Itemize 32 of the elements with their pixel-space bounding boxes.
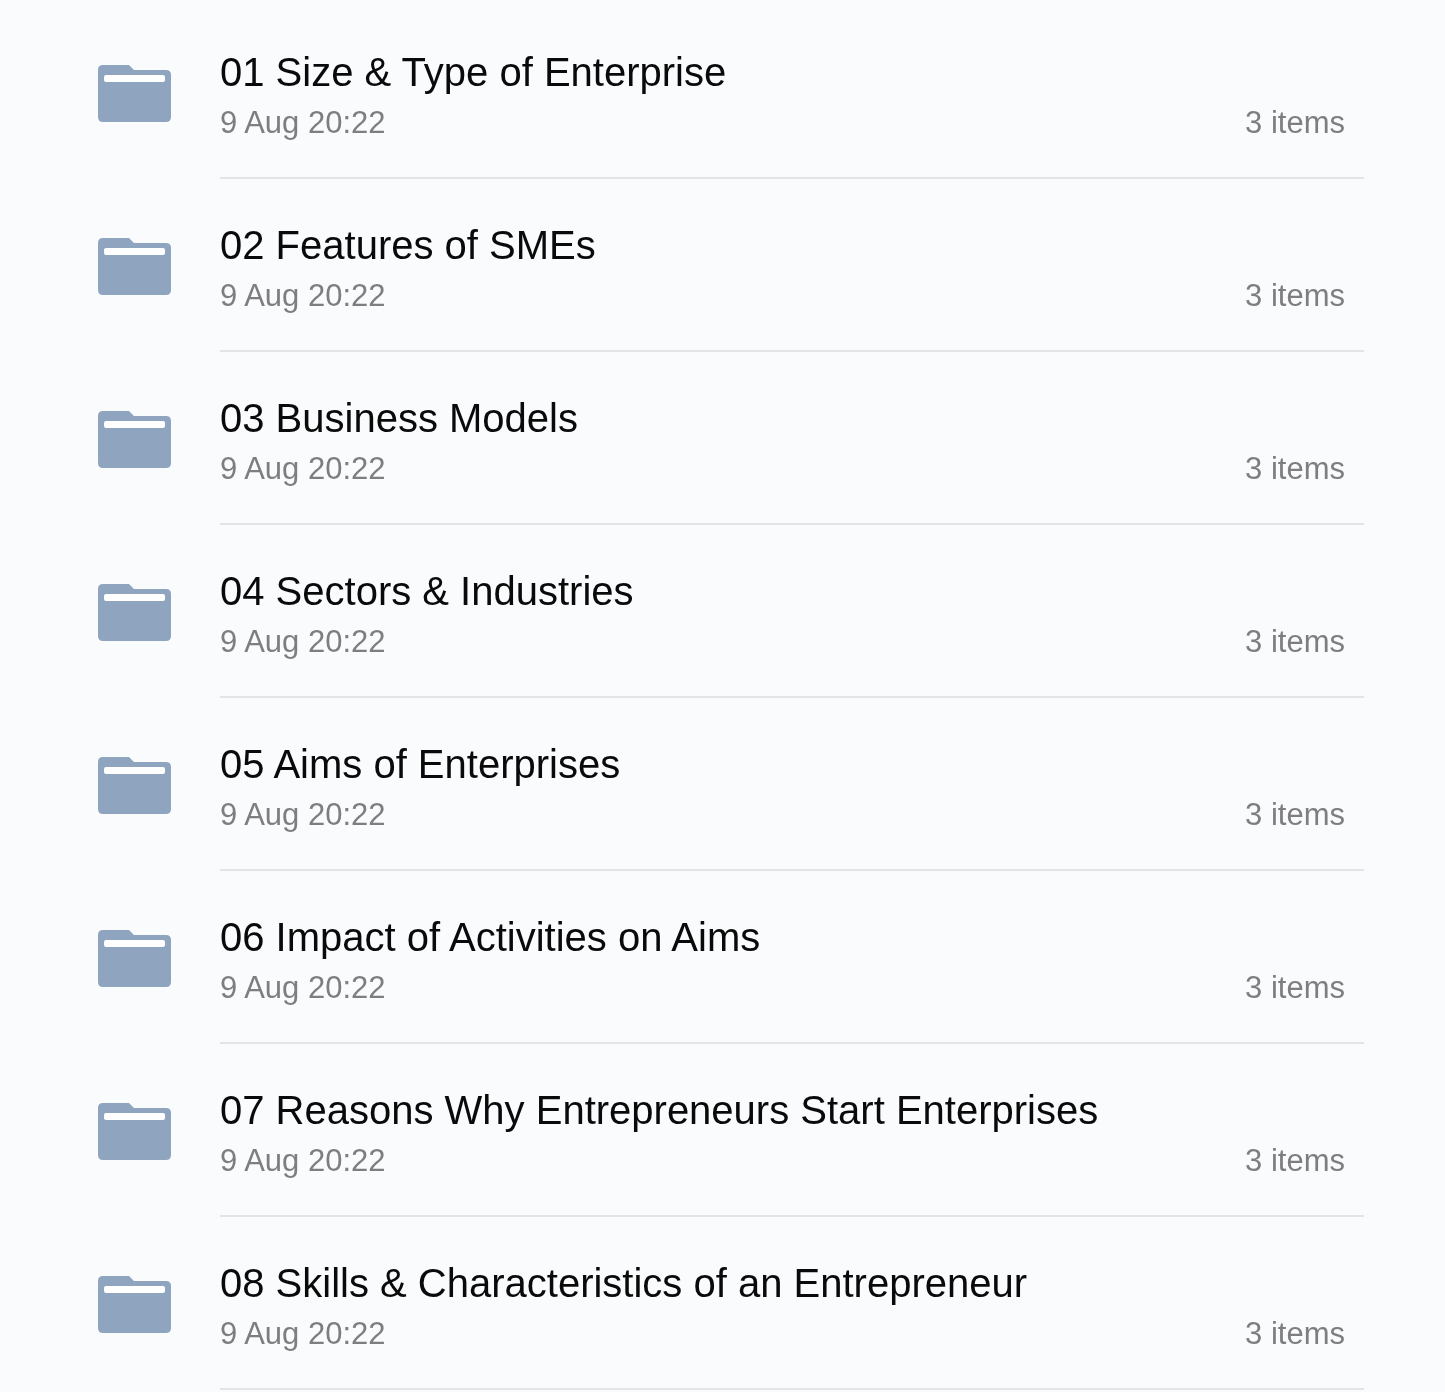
item-count: 3 items bbox=[1245, 623, 1345, 661]
modified-date: 9 Aug 20:22 bbox=[220, 969, 386, 1007]
folder-name: 06 Impact of Activities on Aims bbox=[220, 914, 762, 961]
folder-icon bbox=[98, 584, 171, 641]
modified-date: 9 Aug 20:22 bbox=[220, 104, 386, 142]
folder-icon bbox=[98, 411, 171, 468]
item-count: 3 items bbox=[1245, 969, 1345, 1007]
modified-date: 9 Aug 20:22 bbox=[220, 1315, 386, 1353]
item-count: 3 items bbox=[1245, 277, 1345, 315]
modified-date: 9 Aug 20:22 bbox=[220, 277, 386, 315]
folder-icon bbox=[98, 1103, 171, 1160]
item-count: 3 items bbox=[1245, 104, 1345, 142]
modified-date: 9 Aug 20:22 bbox=[220, 1142, 386, 1180]
modified-date: 9 Aug 20:22 bbox=[220, 450, 386, 488]
item-count: 3 items bbox=[1245, 450, 1345, 488]
folder-icon bbox=[98, 238, 171, 295]
modified-date: 9 Aug 20:22 bbox=[220, 623, 386, 661]
item-count: 3 items bbox=[1245, 1315, 1345, 1353]
folder-icon bbox=[98, 65, 171, 122]
item-count: 3 items bbox=[1245, 796, 1345, 834]
folder-icon bbox=[98, 1276, 171, 1333]
folder-icon bbox=[98, 930, 171, 987]
folder-name: 01 Size & Type of Enterprise bbox=[220, 49, 728, 96]
modified-date: 9 Aug 20:22 bbox=[220, 796, 386, 834]
item-count: 3 items bbox=[1245, 1142, 1345, 1180]
folder-name: 02 Features of SMEs bbox=[220, 222, 597, 269]
folder-name: 03 Business Models bbox=[220, 395, 579, 442]
folder-icon bbox=[98, 757, 171, 814]
folder-name: 07 Reasons Why Entrepreneurs Start Enterprises bbox=[220, 1087, 1100, 1134]
folder-name: 04 Sectors & Industries bbox=[220, 568, 635, 615]
folder-name: 08 Skills & Characteristics of an Entrepreneur bbox=[220, 1260, 1029, 1307]
folder-name: 05 Aims of Enterprises bbox=[220, 741, 622, 788]
